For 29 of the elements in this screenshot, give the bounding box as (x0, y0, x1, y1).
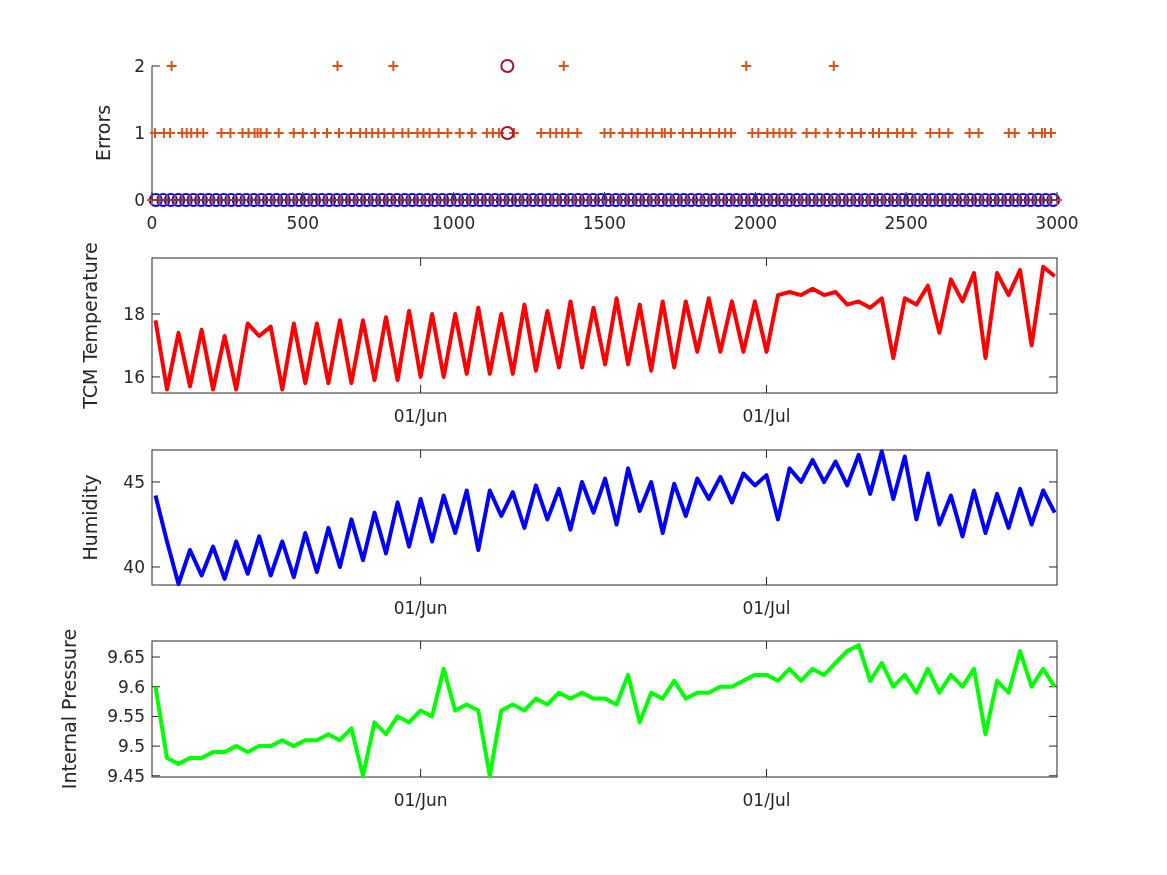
y-tick-label: 9.65 (107, 647, 145, 668)
y-tick-label: 18 (123, 304, 145, 324)
x-tick-label: 1500 (582, 213, 627, 233)
y-tick-label: 45 (123, 471, 145, 492)
y-axis-label: TCM Temperature (79, 242, 101, 409)
x-tick-label: 1000 (432, 213, 476, 233)
y-tick-label: 9.5 (117, 736, 145, 757)
y-tick-label: 0 (134, 190, 145, 210)
y-axis-label: Humidity (79, 474, 101, 561)
x-tick-label: 500 (286, 213, 320, 233)
x-tick-label: 01/Jun (393, 406, 448, 426)
y-axis-label: Errors (92, 104, 114, 162)
x-tick-label: 01/Jul (742, 598, 791, 618)
y-tick-label: 9.6 (117, 676, 145, 697)
x-tick-label: 01/Jun (393, 598, 448, 618)
x-tick-label: 2000 (733, 213, 777, 233)
x-tick-label: 2500 (884, 213, 928, 233)
y-tick-label: 1 (134, 123, 145, 143)
y-tick-label: 9.45 (107, 765, 145, 786)
x-tick-label: 01/Jun (393, 790, 448, 810)
y-tick-label: 16 (123, 366, 145, 387)
x-tick-label: 01/Jul (742, 790, 791, 810)
y-tick-label: 40 (123, 557, 145, 577)
x-tick-label: 01/Jul (742, 406, 791, 426)
y-tick-label: 9.55 (107, 706, 145, 727)
x-tick-label: 3000 (1035, 213, 1079, 233)
x-tick-label: 0 (146, 213, 158, 233)
y-axis-label: Internal Pressure (58, 628, 80, 790)
y-tick-label: 2 (134, 56, 145, 76)
